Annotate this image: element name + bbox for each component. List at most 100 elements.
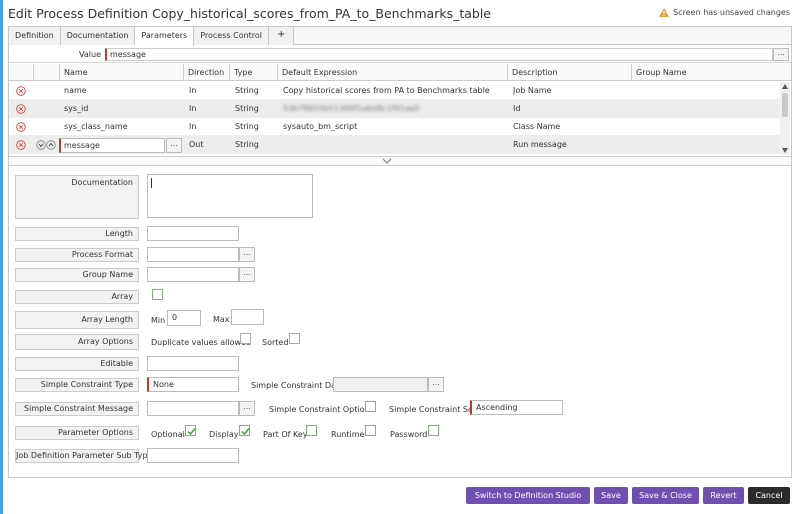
unsaved-text: Screen has unsaved changes [673, 8, 790, 17]
array-checkbox[interactable] [152, 289, 163, 300]
simple-constraint-type-input[interactable]: None [147, 377, 239, 392]
simple-constraint-message-input[interactable] [147, 401, 239, 416]
simple-constraint-optional-checkbox[interactable] [365, 401, 376, 412]
part-of-key-label: Part Of Key [263, 430, 308, 439]
cell-direction: In [189, 104, 197, 113]
simple-constraint-optional-label: Simple Constraint Optional [269, 405, 377, 414]
editable-label: Editable [15, 357, 139, 371]
password-checkbox[interactable] [428, 425, 439, 436]
collapse-bar[interactable] [9, 156, 791, 166]
process-format-lookup-button[interactable]: ... [239, 247, 255, 262]
array-label: Array [15, 290, 139, 304]
simple-constraint-message-lookup-button[interactable]: ... [239, 401, 255, 416]
documentation-textarea[interactable] [147, 174, 313, 218]
display-label: Display [209, 430, 239, 439]
column-header-type[interactable]: Type [229, 64, 277, 81]
cancel-button[interactable]: Cancel [748, 487, 790, 504]
cell-name: sys_id [64, 104, 89, 113]
min-label: Min [151, 316, 166, 325]
grid-header: Name Direction Type Default Expression D… [9, 64, 791, 81]
table-row[interactable]: name In String Copy historical scores fr… [9, 82, 780, 100]
checkmark-icon [241, 428, 250, 436]
name-edit-input[interactable]: message [59, 138, 165, 153]
duplicate-values-checkbox[interactable] [240, 333, 251, 344]
simple-constraint-sort-label: Simple Constraint Sort [389, 405, 480, 414]
delete-icon[interactable] [16, 122, 26, 132]
header: Edit Process Definition Copy_historical_… [8, 4, 792, 24]
table-row[interactable]: sys_class_name In String sysauto_bm_scri… [9, 118, 780, 136]
sorted-checkbox[interactable] [289, 333, 300, 344]
tab-definition[interactable]: Definition [9, 27, 61, 45]
process-format-input[interactable] [147, 247, 239, 262]
chevron-down-icon[interactable] [382, 158, 392, 164]
column-header-default-expression[interactable]: Default Expression [277, 64, 507, 81]
simple-constraint-message-label: Simple Constraint Message [15, 402, 139, 416]
text-cursor [151, 178, 152, 188]
password-label: Password [390, 430, 428, 439]
optional-checkbox[interactable] [185, 425, 196, 436]
cell-default-expression: sysauto_bm_script [283, 122, 358, 131]
simple-constraint-data-label: Simple Constraint Data [251, 381, 344, 390]
tab-process-control[interactable]: Process Control [194, 27, 270, 45]
value-input[interactable]: message [105, 48, 773, 61]
tab-parameters[interactable]: Parameters [135, 27, 195, 46]
length-label: Length [15, 227, 139, 241]
column-header-name[interactable]: Name [59, 64, 183, 81]
unsaved-notice: Screen has unsaved changes [659, 8, 790, 17]
scroll-down-icon[interactable] [782, 148, 788, 153]
column-header-group-name[interactable]: Group Name [631, 64, 780, 81]
part-of-key-checkbox[interactable] [306, 425, 317, 436]
max-input[interactable] [231, 309, 264, 325]
display-checkbox[interactable] [239, 425, 250, 436]
cell-default-expression: 53b78655b51300f1a6d8c1f91ae5 [283, 104, 420, 113]
add-tab-button[interactable]: + [269, 27, 295, 45]
cell-description: Job Name [513, 86, 552, 95]
revert-button[interactable]: Revert [703, 487, 744, 504]
cell-type: String [235, 86, 259, 95]
simple-constraint-sort-input[interactable]: Ascending [470, 400, 563, 415]
save-button[interactable]: Save [594, 487, 628, 504]
scroll-thumb[interactable] [782, 93, 788, 117]
value-label: Value [79, 50, 101, 59]
editable-input[interactable] [147, 356, 239, 371]
length-input[interactable] [147, 226, 239, 241]
tab-bar: Definition Documentation Parameters Proc… [9, 27, 791, 46]
name-lookup-button[interactable]: ... [166, 138, 182, 153]
column-header-direction[interactable]: Direction [183, 64, 229, 81]
simple-constraint-type-label: Simple Constraint Type [15, 378, 139, 392]
value-lookup-button[interactable]: ... [773, 48, 789, 61]
job-def-subtype-label: Job Definition Parameter Sub Type [15, 449, 152, 463]
cell-default-expression: Copy historical scores from PA to Benchm… [283, 86, 490, 95]
sorted-label: Sorted [262, 338, 289, 347]
parameters-grid: Name Direction Type Default Expression D… [9, 64, 791, 156]
min-input[interactable]: 0 [167, 310, 201, 326]
table-row[interactable]: sys_id In String 53b78655b51300f1a6d8c1f… [9, 100, 780, 118]
cell-type: String [235, 122, 259, 131]
array-length-label: Array Length [15, 311, 139, 329]
switch-to-definition-studio-button[interactable]: Switch to Definition Studio [466, 487, 590, 504]
column-header-description[interactable]: Description [507, 64, 631, 81]
parameter-options-label: Parameter Options [15, 426, 139, 440]
group-name-input[interactable] [147, 267, 239, 282]
delete-icon[interactable] [16, 86, 26, 96]
group-name-label: Group Name [15, 268, 139, 282]
cell-type: String [235, 140, 259, 149]
save-close-button[interactable]: Save & Close [632, 487, 699, 504]
table-row-selected[interactable]: message ... Out String Run message [9, 136, 780, 154]
delete-icon[interactable] [16, 104, 26, 114]
cell-direction: Out [189, 140, 204, 149]
delete-icon[interactable] [16, 140, 26, 150]
documentation-label: Documentation [15, 175, 139, 219]
scroll-up-icon[interactable] [782, 84, 788, 89]
left-edge-accent [0, 0, 3, 514]
group-name-lookup-button[interactable]: ... [239, 267, 255, 282]
job-def-subtype-input[interactable] [147, 448, 239, 463]
move-up-down-icon[interactable] [36, 140, 58, 150]
cell-default-expression [283, 136, 505, 154]
runtime-checkbox[interactable] [365, 425, 376, 436]
grid-scrollbar[interactable] [780, 82, 790, 155]
simple-constraint-data-lookup-button[interactable]: ... [428, 377, 444, 392]
simple-constraint-data-input[interactable] [333, 377, 428, 392]
tab-documentation[interactable]: Documentation [60, 27, 136, 45]
warning-icon [659, 8, 670, 17]
